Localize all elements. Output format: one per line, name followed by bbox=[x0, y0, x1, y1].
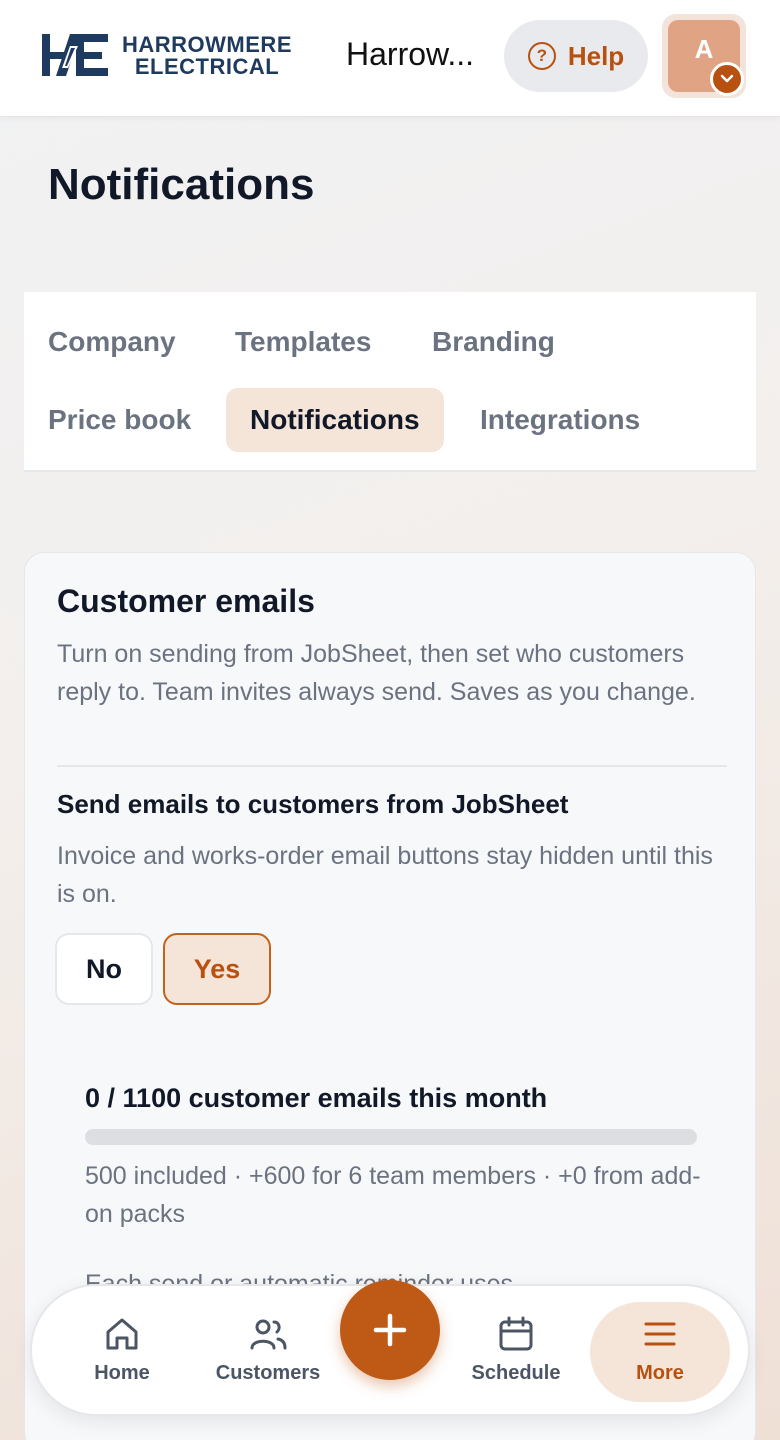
company-logo[interactable]: HARROWMERE ELECTRICAL bbox=[40, 32, 308, 80]
email-usage-title: 0 / 1100 customer emails this month bbox=[85, 1083, 548, 1113]
send-emails-setting-description: Invoice and works-order email buttons st… bbox=[57, 842, 713, 908]
nav-label-more: More bbox=[636, 1362, 684, 1384]
card-title: Customer emails bbox=[57, 583, 315, 619]
nav-item-home[interactable]: Home bbox=[52, 1302, 192, 1402]
tab-integrations[interactable]: Integrations bbox=[480, 388, 640, 452]
card-description: Turn on sending from JobSheet, then set … bbox=[57, 640, 696, 706]
help-label: Help bbox=[567, 40, 625, 71]
logo-line-2: ELECTRICAL bbox=[134, 54, 280, 79]
create-new-button[interactable] bbox=[340, 1280, 440, 1380]
page-title: Notifications bbox=[48, 160, 315, 209]
nav-label-schedule: Schedule bbox=[471, 1362, 561, 1384]
tab-branding[interactable]: Branding bbox=[432, 310, 555, 374]
settings-tabs: Company Templates Branding Price book No… bbox=[24, 292, 756, 472]
logo-line-1: HARROWMERE bbox=[122, 32, 292, 57]
question-circle-icon: ? bbox=[527, 42, 556, 70]
users-icon bbox=[250, 1319, 287, 1350]
help-button[interactable]: ? Help bbox=[504, 20, 648, 92]
logo-mark-icon bbox=[42, 34, 108, 76]
company-switcher[interactable]: Harrow... bbox=[346, 36, 474, 73]
account-menu-button[interactable]: A bbox=[662, 14, 746, 98]
tab-price-book[interactable]: Price book bbox=[48, 388, 191, 452]
email-usage-breakdown: 500 included · +600 for 6 team members ·… bbox=[85, 1162, 701, 1228]
divider bbox=[57, 765, 727, 767]
calendar-icon bbox=[499, 1316, 533, 1351]
send-emails-yes-option[interactable]: Yes bbox=[163, 933, 271, 1005]
logo-wordmark: HARROWMERE ELECTRICAL bbox=[122, 34, 292, 78]
send-emails-setting-title: Send emails to customers from JobSheet bbox=[57, 789, 569, 819]
tab-templates[interactable]: Templates bbox=[235, 310, 371, 374]
home-icon bbox=[106, 1318, 138, 1350]
tab-company[interactable]: Company bbox=[48, 310, 176, 374]
menu-icon bbox=[644, 1322, 676, 1346]
email-usage-progress-bar bbox=[85, 1129, 697, 1145]
plus-icon bbox=[373, 1313, 407, 1347]
nav-item-schedule[interactable]: Schedule bbox=[446, 1302, 586, 1402]
send-emails-no-option[interactable]: No bbox=[55, 933, 153, 1005]
app-header: HARROWMERE ELECTRICAL Harrow... ? Help A bbox=[0, 0, 780, 117]
chevron-down-icon bbox=[710, 62, 744, 96]
nav-item-customers[interactable]: Customers bbox=[198, 1302, 338, 1402]
nav-item-more[interactable]: More bbox=[590, 1302, 730, 1402]
nav-label-customers: Customers bbox=[215, 1362, 321, 1384]
tab-notifications[interactable]: Notifications bbox=[226, 388, 444, 452]
nav-label-home: Home bbox=[94, 1362, 150, 1384]
